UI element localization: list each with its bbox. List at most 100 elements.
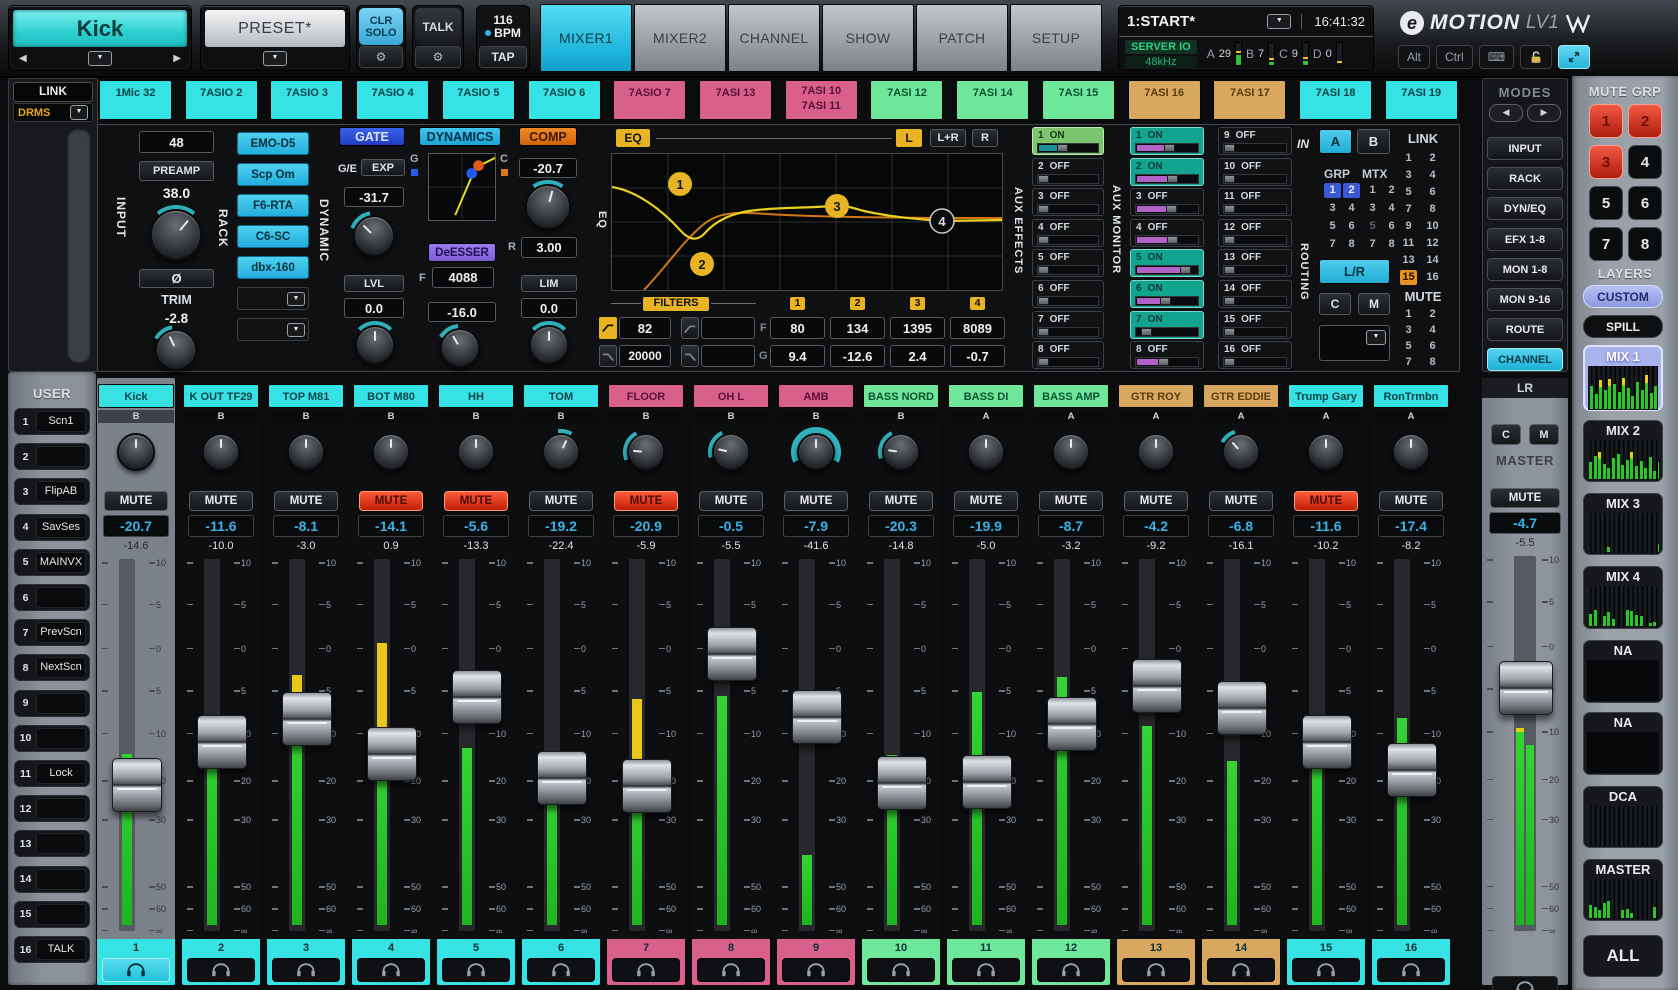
mtx-cell-6[interactable]: 6	[1383, 219, 1400, 234]
grp-cell-2[interactable]: 2	[1343, 183, 1360, 198]
pan-knob[interactable]	[267, 427, 345, 477]
fader-cap[interactable]	[452, 670, 502, 724]
link-mute-cell-5[interactable]: 5	[1400, 339, 1417, 354]
aux-send-slider[interactable]	[1135, 204, 1199, 214]
gate-lvl-button[interactable]: LVL	[344, 275, 404, 292]
aux-send-slider[interactable]	[1037, 296, 1099, 306]
aux-send-slider[interactable]	[1223, 204, 1287, 214]
comp-threshold-knob[interactable]	[525, 184, 571, 230]
channel-mute-button[interactable]: MUTE	[869, 491, 933, 511]
channel-phones-button[interactable]	[697, 958, 765, 982]
clear-solo-button[interactable]: CLR SOLO	[359, 8, 403, 45]
channel-strip-16[interactable]: RonTrmbnAMUTE-17.4-8.2105051020305060∞16	[1372, 378, 1450, 985]
input-tab-1[interactable]: 1Mic 32	[99, 80, 172, 120]
grp-cell-6[interactable]: 6	[1343, 219, 1360, 234]
mute-group-5[interactable]: 5	[1589, 186, 1623, 220]
link-cell-2[interactable]: 2	[1424, 151, 1441, 166]
grp-cell-5[interactable]: 5	[1324, 219, 1341, 234]
mode-input[interactable]: INPUT	[1487, 137, 1563, 160]
user-button-3[interactable]: 3FlipAB	[14, 478, 90, 505]
pan-knob[interactable]	[1287, 427, 1365, 477]
input-tab-12[interactable]: 7ASI 15	[1042, 80, 1115, 120]
hpf-frequency-value[interactable]: 82	[619, 317, 671, 339]
user-button-12[interactable]: 12	[14, 795, 90, 822]
aux-send-handle[interactable]	[1224, 205, 1235, 213]
keyboard-button[interactable]: ⌨	[1479, 45, 1514, 69]
aux-send-handle[interactable]	[1180, 266, 1191, 274]
input-tab-10[interactable]: 7ASI 12	[870, 80, 943, 120]
user-button-5[interactable]: 5MAINVX	[14, 549, 90, 576]
link-cell-3[interactable]: 3	[1400, 168, 1417, 183]
input-tab-7[interactable]: 7ASIO 7	[613, 80, 686, 120]
channel-fader[interactable]: 105051020305060∞	[777, 555, 855, 937]
fader-cap[interactable]	[707, 627, 757, 681]
aux-send-handle[interactable]	[1224, 358, 1235, 366]
layer-mix-2-button[interactable]: MIX 2	[1583, 420, 1663, 482]
channel-name-tab[interactable]: OH L	[693, 384, 769, 408]
channel-fader[interactable]: 105051020305060∞	[267, 555, 345, 937]
pan-knob[interactable]	[1117, 427, 1195, 477]
channel-fader[interactable]: 105051020305060∞	[97, 555, 175, 937]
aux-mon-send-14[interactable]: 14OFF	[1218, 280, 1292, 308]
aux-mon-send-2[interactable]: 2ON	[1130, 158, 1204, 186]
channel-phones-button[interactable]	[442, 958, 510, 982]
channel-strip-12[interactable]: BASS AMPAMUTE-8.7-3.2105051020305060∞12	[1032, 378, 1110, 985]
channel-phones-button[interactable]	[1037, 958, 1105, 982]
aux-send-handle[interactable]	[1224, 297, 1235, 305]
comp-level-knob[interactable]	[529, 325, 569, 365]
aux-mon-send-5[interactable]: 5ON	[1130, 249, 1204, 277]
channel-fader[interactable]: 105051020305060∞	[1372, 555, 1450, 937]
layer-na-button[interactable]: NA	[1583, 640, 1663, 703]
pan-knob[interactable]	[1372, 427, 1450, 477]
channel-fader[interactable]: 105051020305060∞	[862, 555, 940, 937]
user-button-10[interactable]: 10	[14, 725, 90, 752]
eq-band-1-gain[interactable]: 9.4	[770, 345, 825, 367]
eq-band-2-freq[interactable]: 134	[830, 317, 885, 339]
channel-phones-button[interactable]	[952, 958, 1020, 982]
user-button-15[interactable]: 15	[14, 901, 90, 928]
gate-header-button[interactable]: GATE	[339, 127, 405, 146]
lpf-slope-button[interactable]	[599, 345, 617, 367]
input-tab-9[interactable]: 7ASI 107ASI 11	[785, 80, 858, 120]
comp-lim-button[interactable]: LIM	[521, 275, 577, 292]
channel-strip-8[interactable]: OH LBMUTE-0.5-5.5105051020305060∞8	[692, 378, 770, 985]
direct-out-selector[interactable]: ▼	[1319, 325, 1390, 361]
aux-send-handle[interactable]	[1141, 328, 1152, 336]
channel-name-tab[interactable]: GTR ROY	[1118, 384, 1194, 408]
channel-phones-button[interactable]	[527, 958, 595, 982]
channel-strip-4[interactable]: BOT M80BMUTE-14.10.9105051020305060∞4	[352, 378, 430, 985]
aux-send-slider[interactable]	[1135, 174, 1199, 184]
rack-slot-2[interactable]: Scp Om	[237, 163, 309, 186]
mute-group-4[interactable]: 4	[1628, 145, 1662, 179]
aux-fx-send-3[interactable]: 3OFF	[1032, 188, 1104, 216]
eq-band-2-gain[interactable]: -12.6	[830, 345, 885, 367]
phase-button[interactable]: Ø	[139, 269, 214, 288]
ctrl-key-button[interactable]: Ctrl	[1436, 45, 1473, 69]
link-mute-cell-7[interactable]: 7	[1400, 355, 1417, 370]
tab-channel[interactable]: CHANNEL	[728, 4, 820, 72]
link-mute-cell-4[interactable]: 4	[1424, 323, 1441, 338]
fader-cap[interactable]	[1047, 697, 1097, 751]
rack-slot-dropdown[interactable]: ▼	[287, 323, 305, 337]
mode-efx-1-8[interactable]: EFX 1-8	[1487, 228, 1563, 251]
channel-mute-button[interactable]: MUTE	[104, 491, 168, 511]
master-mute-button[interactable]: MUTE	[1490, 488, 1560, 508]
mtx-cell-5[interactable]: 5	[1364, 219, 1381, 234]
eq-curve-graph[interactable]: 1 2 3 4	[611, 153, 1003, 291]
mtx-cell-1[interactable]: 1	[1364, 183, 1381, 198]
channel-strip-11[interactable]: BASS DIAMUTE-19.9-5.0105051020305060∞11	[947, 378, 1025, 985]
channel-name-tab[interactable]: HH	[438, 384, 514, 408]
channel-mute-button[interactable]: MUTE	[1124, 491, 1188, 511]
aux-send-slider[interactable]	[1037, 265, 1099, 275]
aux-send-handle[interactable]	[1224, 144, 1235, 152]
channel-phones-button[interactable]	[1292, 958, 1360, 982]
aux-fx-send-4[interactable]: 4OFF	[1032, 219, 1104, 247]
mute-group-1[interactable]: 1	[1589, 104, 1623, 138]
aux-send-slider[interactable]	[1223, 143, 1287, 153]
fader-cap[interactable]	[112, 758, 162, 812]
comp-header-button[interactable]: COMP	[519, 127, 577, 146]
user-button-7[interactable]: 7PrevScn	[14, 619, 90, 646]
link-cell-12[interactable]: 12	[1424, 236, 1441, 251]
filter2-slope2-button[interactable]	[681, 345, 699, 367]
link-cell-11[interactable]: 11	[1400, 236, 1417, 251]
